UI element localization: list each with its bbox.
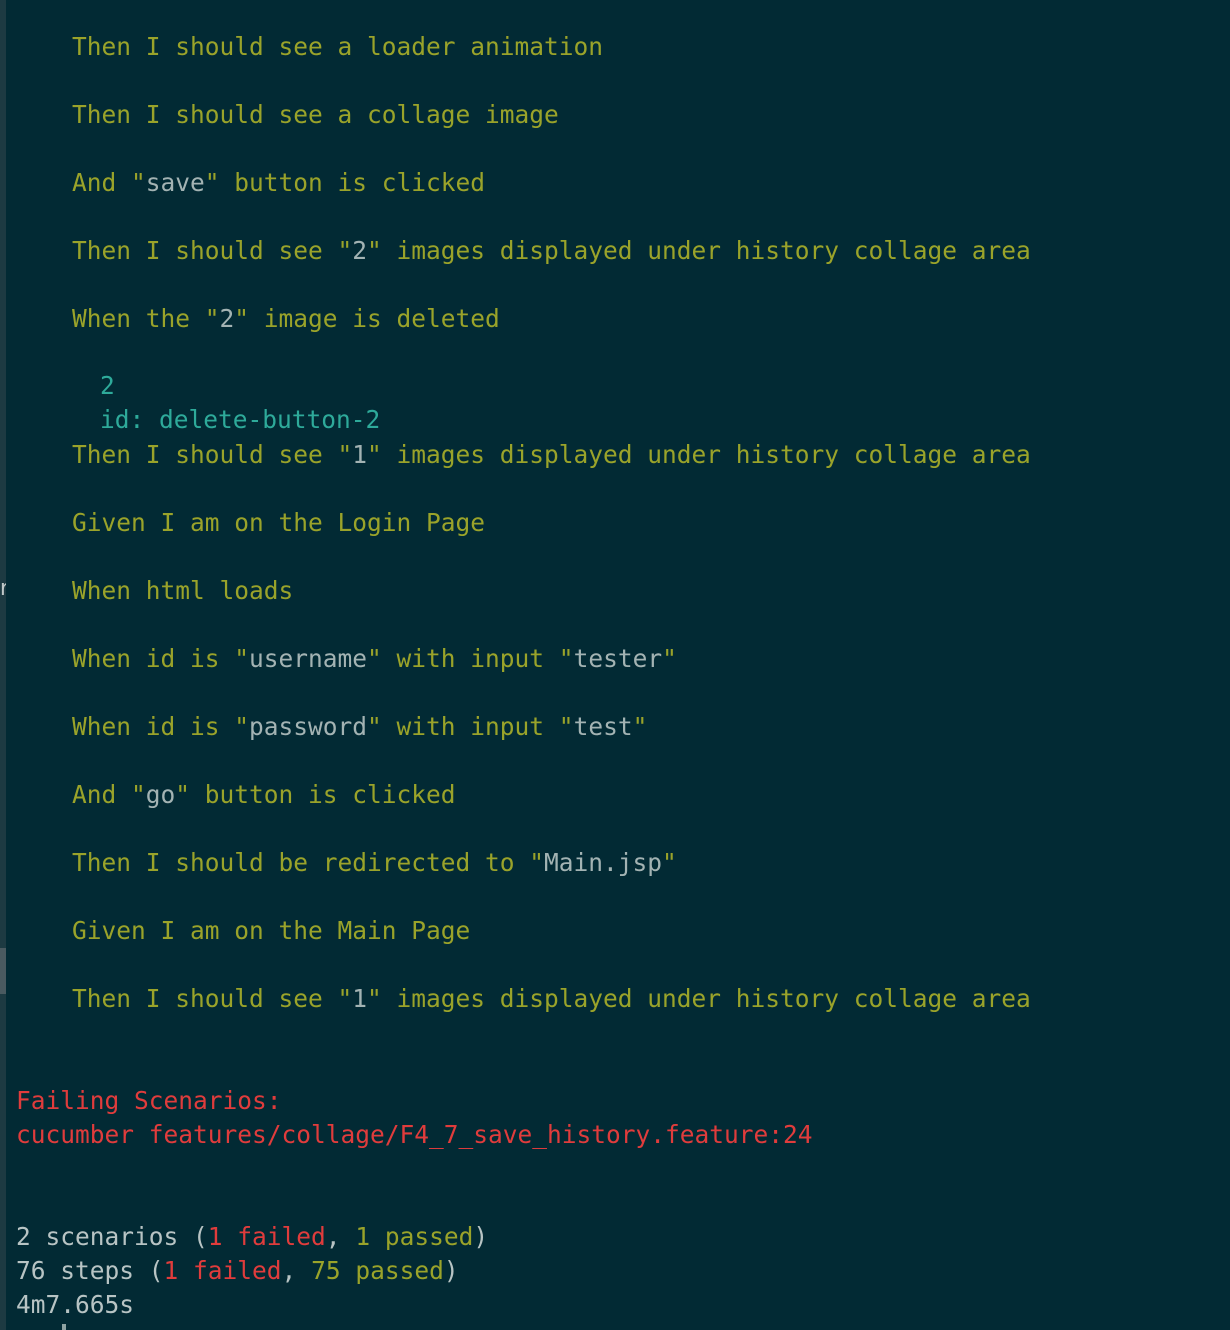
step-string-literal: save: [145, 168, 205, 197]
step-text: " image is deleted: [234, 304, 500, 333]
terminal-output[interactable]: 2 id: delete-button-2 Failing Scenarios:…: [6, 0, 1230, 1330]
step-keyword: Then: [72, 32, 132, 61]
step-keyword: When: [72, 712, 132, 741]
step-keyword: And: [72, 168, 117, 197]
step-line: When id is "username" with input "tester…: [72, 642, 677, 676]
step-keyword: When: [72, 644, 132, 673]
step-keyword: And: [72, 780, 117, 809]
step-text: ": [116, 780, 146, 809]
step-string-literal: go: [145, 780, 176, 809]
duration: 4m7.665s: [16, 1290, 135, 1319]
scenario-failed-count: 1 failed: [207, 1222, 326, 1251]
step-text: id is ": [131, 712, 250, 741]
step-keyword: Then: [72, 984, 132, 1013]
step-passed-count: 75 passed: [311, 1256, 444, 1285]
step-keyword: When: [72, 576, 132, 605]
step-string-literal: tester: [573, 644, 663, 673]
step-line: Then I should be redirected to "Main.jsp…: [72, 846, 677, 880]
step-line: When the "2" image is deleted: [72, 302, 500, 336]
step-keyword: Then: [72, 440, 132, 469]
step-line: Given I am on the Main Page: [72, 914, 470, 948]
step-line: And "save" button is clicked: [72, 166, 485, 200]
step-text: html loads: [131, 576, 294, 605]
step-text: id is ": [131, 644, 250, 673]
step-text: " with input ": [367, 644, 574, 673]
step-line: Then I should see "2" images displayed u…: [72, 234, 1031, 268]
step-keyword: Then: [72, 848, 132, 877]
step-text: " images displayed under history collage…: [367, 440, 1031, 469]
step-text: ": [662, 848, 677, 877]
step-text: I am on the Login Page: [145, 508, 486, 537]
step-line: When id is "password" with input "test": [72, 710, 647, 744]
step-keyword: Given: [72, 508, 146, 537]
doc-output-line: 2: [100, 371, 115, 400]
failing-scenarios-heading: Failing Scenarios:: [16, 1086, 282, 1115]
step-text: " images displayed under history collage…: [367, 984, 1031, 1013]
step-text: " button is clicked: [175, 780, 456, 809]
step-string-literal: 1: [352, 440, 368, 469]
step-text: I should see a collage image: [131, 100, 559, 129]
step-keyword: Then: [72, 100, 132, 129]
step-text: I am on the Main Page: [145, 916, 471, 945]
step-keyword: Then: [72, 236, 132, 265]
step-text: ": [662, 644, 677, 673]
step-text: I should see ": [131, 236, 353, 265]
step-failed-count: 1 failed: [163, 1256, 282, 1285]
step-summary: 76 steps (1 failed, 75 passed): [16, 1256, 459, 1285]
scenario-summary: 2 scenarios (1 failed, 1 passed): [16, 1222, 489, 1251]
step-keyword: Given: [72, 916, 146, 945]
step-text: I should see ": [131, 440, 353, 469]
step-text: ": [632, 712, 648, 741]
doc-output-line: id: delete-button-2: [100, 405, 381, 434]
step-text: " images displayed under history collage…: [367, 236, 1031, 265]
step-string-literal: 1: [352, 984, 368, 1013]
step-string-literal: 2: [352, 236, 368, 265]
step-string-literal: 2: [219, 304, 235, 333]
step-text: I should see ": [131, 984, 353, 1013]
step-text: " button is clicked: [204, 168, 486, 197]
step-line: Given I am on the Login Page: [72, 506, 485, 540]
step-text: ": [116, 168, 146, 197]
step-text: the ": [131, 304, 220, 333]
step-keyword: When: [72, 304, 132, 333]
step-string-literal: username: [249, 644, 368, 673]
step-line: Then I should see a collage image: [72, 98, 559, 132]
step-string-literal: password: [249, 712, 368, 741]
step-string-literal: Main.jsp: [544, 848, 663, 877]
step-line: When html loads: [72, 574, 293, 608]
step-text: " with input ": [367, 712, 574, 741]
step-line: And "go" button is clicked: [72, 778, 456, 812]
step-string-literal: test: [573, 712, 633, 741]
step-text: I should see a loader animation: [131, 32, 604, 61]
step-line: Then I should see "1" images displayed u…: [72, 982, 1031, 1016]
step-line: Then I should see "1" images displayed u…: [72, 438, 1031, 472]
step-text: I should be redirected to ": [131, 848, 545, 877]
step-line: Then I should see a loader animation: [72, 30, 603, 64]
terminal-cursor: [62, 1324, 66, 1330]
failing-scenario-command[interactable]: cucumber features/collage/F4_7_save_hist…: [16, 1118, 813, 1152]
scenario-count: 2 scenarios: [16, 1222, 179, 1251]
step-count: 76 steps: [16, 1256, 135, 1285]
scenario-passed-count: 1 passed: [355, 1222, 474, 1251]
